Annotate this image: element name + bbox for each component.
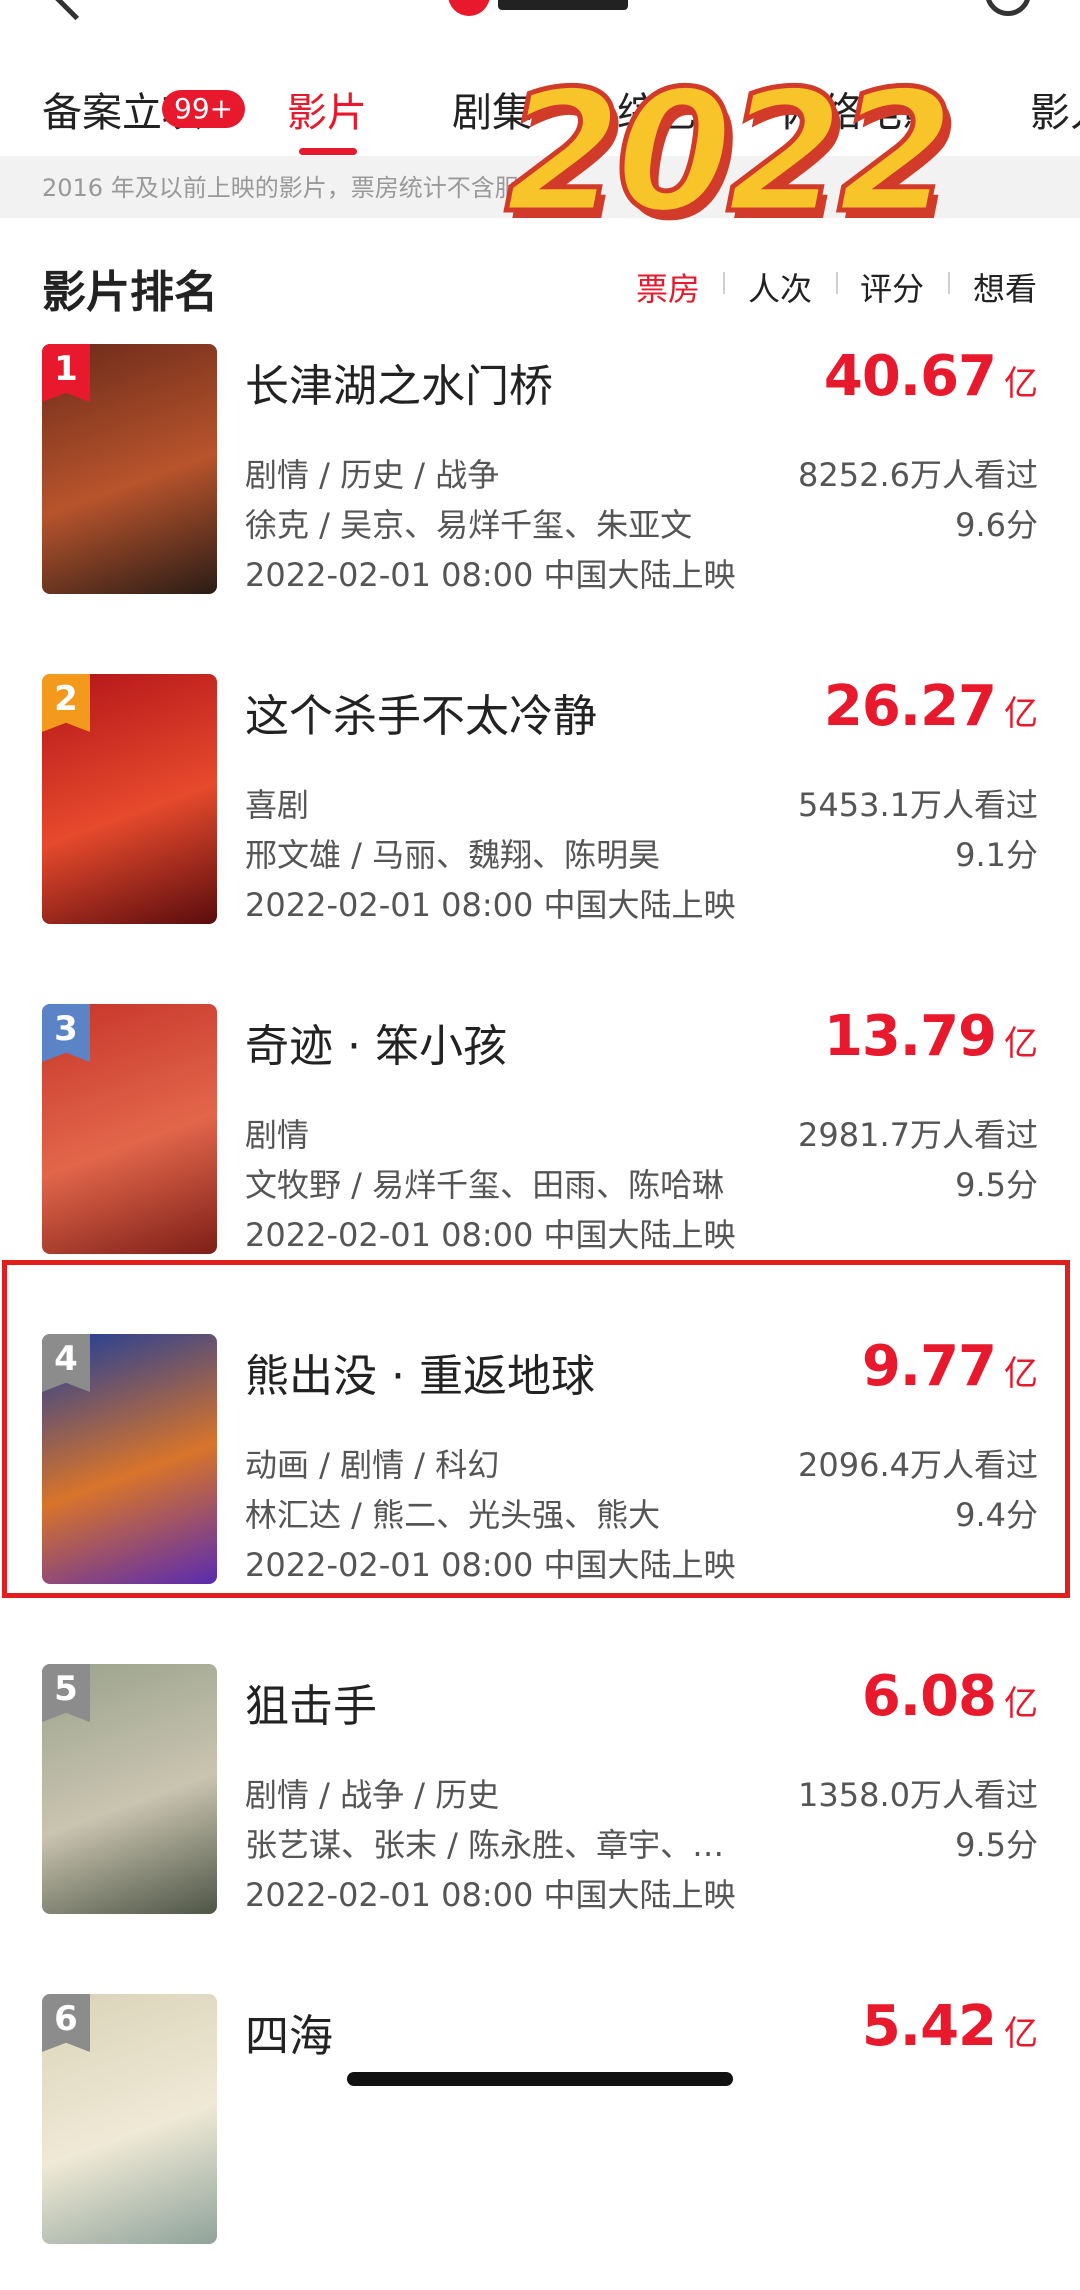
ranking-header: 影片排名 票房 人次 评分 想看	[0, 250, 1080, 320]
box-office-unit: 亿	[1004, 1024, 1038, 1064]
movie-genres: 喜剧	[245, 786, 310, 824]
rank-badge: 1	[42, 344, 90, 402]
box-office-value: 40.67	[823, 344, 997, 409]
back-icon[interactable]	[50, 0, 101, 21]
sort-box-office[interactable]: 票房	[636, 264, 700, 310]
top-bar	[0, 0, 1080, 21]
tab-people[interactable]: 影人	[1030, 80, 1080, 138]
viewer-count: 5453.1万人看过	[798, 786, 1038, 824]
sort-want-to-see[interactable]: 想看	[973, 264, 1037, 310]
movie-score: 9.6分	[955, 506, 1038, 544]
home-indicator[interactable]	[347, 2072, 733, 2086]
box-office: 6.08 亿	[862, 1664, 1038, 1729]
box-office-unit: 亿	[1004, 694, 1038, 734]
movie-score: 9.5分	[955, 1826, 1038, 1864]
release-info: 2022-02-01 08:00 中国大陆上映	[245, 886, 736, 924]
notice-text: 2016 年及以前上映的影片，票房统计不含服务费	[42, 174, 567, 202]
movie-genres: 剧情 / 战争 / 历史	[245, 1776, 500, 1814]
count-badge: 99+	[162, 90, 246, 128]
rank-badge: 3	[42, 1004, 90, 1062]
movie-title[interactable]: 长津湖之水门桥	[245, 350, 553, 414]
viewer-count: 8252.6万人看过	[798, 456, 1038, 494]
active-tab-indicator	[299, 148, 357, 155]
movie-genres: 剧情	[245, 1116, 310, 1154]
box-office: 5.42 亿	[862, 1994, 1038, 2059]
viewer-count: 1358.0万人看过	[798, 1776, 1038, 1814]
rank-badge: 6	[42, 1994, 90, 2052]
year-overlay: 2022	[503, 54, 958, 250]
movie-poster[interactable]: 6	[42, 1994, 217, 2244]
movie-title[interactable]: 狙击手	[245, 1670, 377, 1734]
app-logo-text	[498, 0, 628, 10]
release-info: 2022-02-01 08:00 中国大陆上映	[245, 556, 736, 594]
box-office-unit: 亿	[1004, 364, 1038, 404]
movie-people: 文牧野 / 易烊千玺、田雨、陈哈琳	[245, 1166, 725, 1204]
box-office-value: 13.79	[823, 1004, 997, 1069]
movie-poster[interactable]: 2	[42, 674, 217, 924]
viewer-count: 2981.7万人看过	[798, 1116, 1038, 1154]
box-office-unit: 亿	[1004, 2014, 1038, 2054]
movie-score: 9.5分	[955, 1166, 1038, 1204]
box-office: 40.67 亿	[824, 344, 1038, 409]
rank-badge: 2	[42, 674, 90, 732]
list-item[interactable]: 1 长津湖之水门桥 40.67 亿 剧情 / 历史 / 战争 8252.6万人看过…	[0, 340, 1080, 640]
tab-movies[interactable]: 影片	[287, 80, 367, 138]
box-office: 26.27 亿	[824, 674, 1038, 739]
movie-people: 张艺谋、张末 / 陈永胜、章宇、…	[245, 1826, 725, 1864]
list-item[interactable]: 5 狙击手 6.08 亿 剧情 / 战争 / 历史 1358.0万人看过 张艺谋、…	[0, 1660, 1080, 1960]
movie-people: 邢文雄 / 马丽、魏翔、陈明昊	[245, 836, 661, 874]
search-icon[interactable]	[985, 0, 1031, 16]
rank-badge: 5	[42, 1664, 90, 1722]
sort-admissions[interactable]: 人次	[748, 264, 812, 310]
list-item[interactable]: 6 四海 5.42 亿	[0, 1990, 1080, 2290]
divider	[723, 272, 725, 294]
box-office-value: 5.42	[861, 1994, 997, 2059]
release-info: 2022-02-01 08:00 中国大陆上映	[245, 1216, 736, 1254]
movie-poster[interactable]: 1	[42, 344, 217, 594]
list-item[interactable]: 2 这个杀手不太冷静 26.27 亿 喜剧 5453.1万人看过 邢文雄 / 马丽…	[0, 670, 1080, 970]
app-logo-icon	[448, 0, 490, 16]
box-office-value: 26.27	[823, 674, 997, 739]
box-office: 13.79 亿	[824, 1004, 1038, 1069]
movie-genres: 剧情 / 历史 / 战争	[245, 456, 500, 494]
box-office-unit: 亿	[1004, 1684, 1038, 1724]
divider	[836, 272, 838, 294]
highlight-frame	[2, 1260, 1070, 1598]
release-info: 2022-02-01 08:00 中国大陆上映	[245, 1876, 736, 1914]
movie-title[interactable]: 奇迹 · 笨小孩	[245, 1010, 507, 1074]
movie-people: 徐克 / 吴京、易烊千玺、朱亚文	[245, 506, 693, 544]
movie-score: 9.1分	[955, 836, 1038, 874]
movie-title[interactable]: 四海	[245, 2000, 333, 2064]
movie-poster[interactable]: 3	[42, 1004, 217, 1254]
sort-rating[interactable]: 评分	[860, 264, 924, 310]
movie-poster[interactable]: 5	[42, 1664, 217, 1914]
box-office-value: 6.08	[861, 1664, 997, 1729]
divider	[948, 272, 950, 294]
movie-title[interactable]: 这个杀手不太冷静	[245, 680, 597, 744]
list-item[interactable]: 3 奇迹 · 笨小孩 13.79 亿 剧情 2981.7万人看过 文牧野 / 易烊…	[0, 1000, 1080, 1300]
section-title: 影片排名	[42, 267, 218, 318]
